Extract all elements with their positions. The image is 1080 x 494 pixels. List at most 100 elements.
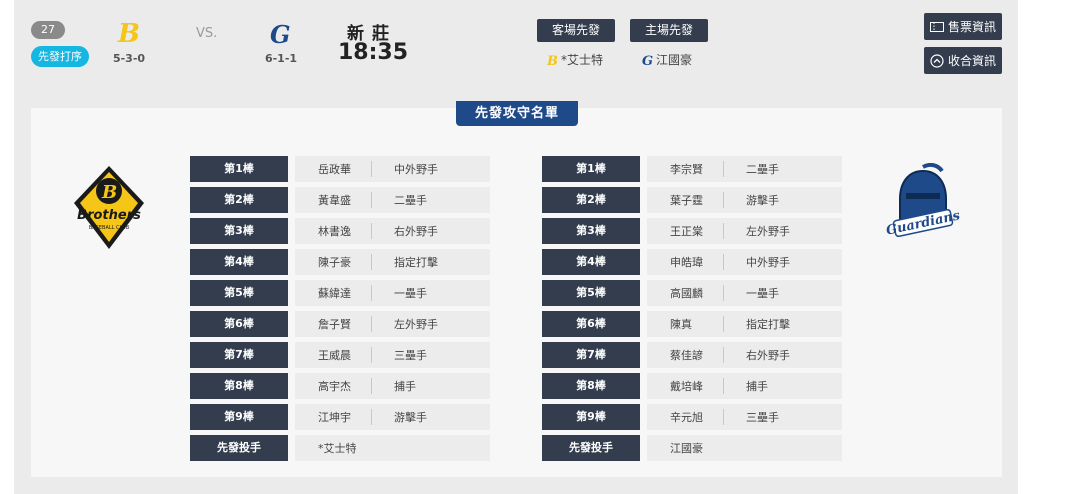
lineup-row: 第6棒 詹子賢 左外野手: [190, 311, 490, 337]
lineup-row: 先發投手 江國豪: [542, 435, 842, 461]
lineup-row: 第7棒 蔡佳諺 右外野手: [542, 342, 842, 368]
batting-order: 第2棒: [190, 187, 288, 213]
brothers-b-icon: B: [117, 19, 140, 49]
lineup-row: 第3棒 林書逸 右外野手: [190, 218, 490, 244]
svg-text:G: G: [270, 21, 291, 49]
player-name: 岳政華: [318, 163, 351, 176]
player-info: 申皓瑋 中外野手: [647, 249, 842, 275]
ticket-info-label: 售票資訊: [947, 20, 996, 34]
guardians-g-icon: G: [642, 54, 653, 67]
batting-order: 第3棒: [542, 218, 640, 244]
player-name: 葉子霆: [670, 194, 703, 207]
batting-order: 第6棒: [190, 311, 288, 337]
batting-order: 先發投手: [542, 435, 640, 461]
player-info: 陳子豪 指定打擊: [295, 249, 490, 275]
player-name: 黃韋盛: [318, 194, 351, 207]
home-starter-name: 江國豪: [656, 53, 693, 67]
player-position: 游擊手: [394, 411, 427, 424]
batting-order: 第8棒: [190, 373, 288, 399]
guardians-g-icon: G: [269, 20, 291, 49]
player-position: 二壘手: [394, 194, 427, 207]
brothers-logo-subtext: BASEBALL CLUB: [89, 225, 130, 231]
player-name: 江國豪: [670, 442, 703, 455]
player-info: 王正棠 左外野手: [647, 218, 842, 244]
svg-text:B: B: [101, 182, 117, 203]
right-margin: [1018, 0, 1080, 494]
lineup-row: 第7棒 王威晨 三壘手: [190, 342, 490, 368]
player-position: 指定打擊: [394, 256, 438, 269]
away-starter-button[interactable]: 客場先發: [537, 19, 615, 42]
player-name: 申皓瑋: [670, 256, 703, 269]
player-position: 三壘手: [746, 411, 779, 424]
player-info: 戴培峰 捕手: [647, 373, 842, 399]
player-info: 葉子霆 游擊手: [647, 187, 842, 213]
starting-order-button[interactable]: 先發打序: [31, 46, 89, 67]
player-position: 三壘手: [394, 349, 427, 362]
player-position: 左外野手: [394, 318, 438, 331]
batting-order: 第3棒: [190, 218, 288, 244]
player-position: 右外野手: [746, 349, 790, 362]
player-name: 王威晨: [318, 349, 351, 362]
away-starter-name: *艾士特: [561, 53, 604, 67]
player-info: *艾士特: [295, 435, 490, 461]
lineup-panel: [31, 108, 1002, 477]
batting-order: 第5棒: [190, 280, 288, 306]
lineup-row: 第5棒 高國麟 一壘手: [542, 280, 842, 306]
player-name: 陳真: [670, 318, 692, 331]
player-info: 辛元旭 三壘手: [647, 404, 842, 430]
player-position: 二壘手: [746, 163, 779, 176]
player-position: 中外野手: [394, 163, 438, 176]
player-info: 江國豪: [647, 435, 842, 461]
player-name: 詹子賢: [318, 318, 351, 331]
away-record: 5-3-0: [112, 52, 146, 65]
home-starter-button[interactable]: 主場先發: [630, 19, 708, 42]
guardians-logo: Guardians: [885, 162, 962, 257]
player-position: 左外野手: [746, 225, 790, 238]
player-position: 一壘手: [394, 287, 427, 300]
home-starter: G 江國豪: [642, 51, 692, 68]
player-name: 林書逸: [318, 225, 351, 238]
chevron-up-circle-icon: [930, 53, 944, 68]
player-info: 黃韋盛 二壘手: [295, 187, 490, 213]
lineup-row: 第1棒 岳政華 中外野手: [190, 156, 490, 182]
lineup-row: 第2棒 葉子霆 游擊手: [542, 187, 842, 213]
lineup-title: 先發攻守名單: [456, 101, 578, 126]
player-name: 陳子豪: [318, 256, 351, 269]
lineup-row: 第5棒 蘇緯達 一壘手: [190, 280, 490, 306]
lineup-row: 第4棒 申皓瑋 中外野手: [542, 249, 842, 275]
player-name: 蘇緯達: [318, 287, 351, 300]
batting-order: 第4棒: [190, 249, 288, 275]
game-number-badge: 27: [31, 21, 65, 39]
lineup-row: 第2棒 黃韋盛 二壘手: [190, 187, 490, 213]
player-name: 蔡佳諺: [670, 349, 703, 362]
collapse-info-button[interactable]: 收合資訊: [924, 47, 1002, 74]
player-position: 右外野手: [394, 225, 438, 238]
vs-label: VS.: [196, 26, 218, 41]
player-position: 捕手: [746, 380, 768, 393]
game-time: 18:35: [337, 40, 409, 65]
lineup-row: 先發投手 *艾士特: [190, 435, 490, 461]
lineup-row: 第9棒 江坤宇 游擊手: [190, 404, 490, 430]
player-info: 王威晨 三壘手: [295, 342, 490, 368]
ticket-icon: [929, 21, 944, 32]
lineup-row: 第1棒 李宗賢 二壘手: [542, 156, 842, 182]
batting-order: 第4棒: [542, 249, 640, 275]
player-info: 蔡佳諺 右外野手: [647, 342, 842, 368]
player-info: 陳真 指定打擊: [647, 311, 842, 337]
player-name: 戴培峰: [670, 380, 703, 393]
brothers-logo: B Brothers BASEBALL CLUB: [70, 163, 148, 255]
batting-order: 先發投手: [190, 435, 288, 461]
svg-text:G: G: [642, 54, 653, 67]
away-starter: B *艾士特: [547, 51, 603, 68]
player-info: 高宇杰 捕手: [295, 373, 490, 399]
player-name: 江坤宇: [318, 411, 351, 424]
ticket-info-button[interactable]: 售票資訊: [924, 13, 1002, 40]
player-name: 高宇杰: [318, 380, 351, 393]
player-name: 王正棠: [670, 225, 703, 238]
lineup-row: 第3棒 王正棠 左外野手: [542, 218, 842, 244]
player-info: 高國麟 一壘手: [647, 280, 842, 306]
lineup-row: 第8棒 高宇杰 捕手: [190, 373, 490, 399]
collapse-info-label: 收合資訊: [947, 54, 996, 68]
batting-order: 第7棒: [190, 342, 288, 368]
player-position: 指定打擊: [746, 318, 790, 331]
